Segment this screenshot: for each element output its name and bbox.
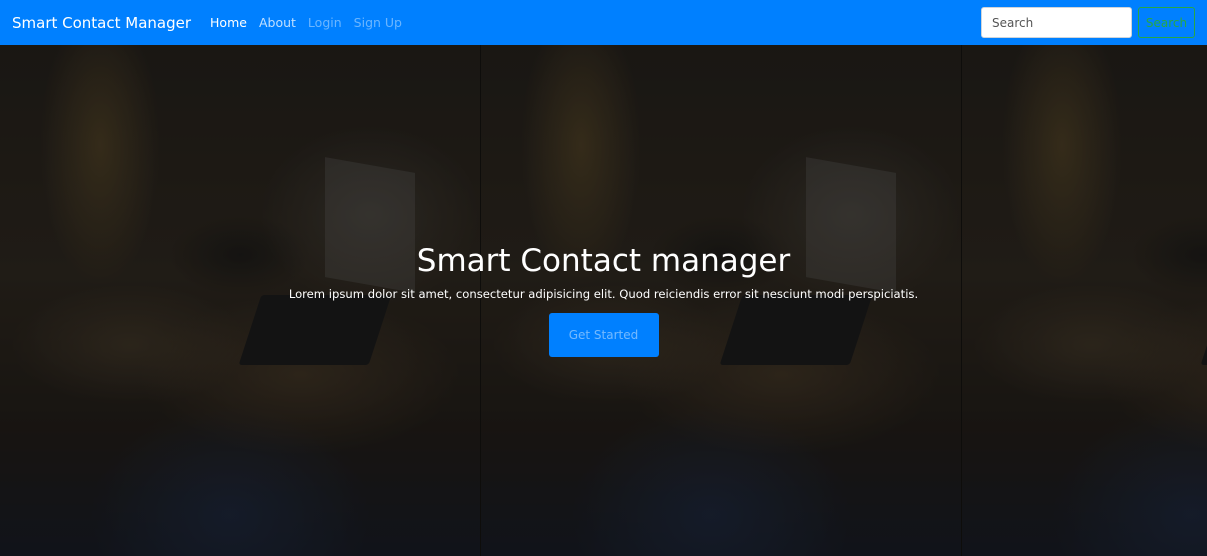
brand-link[interactable]: Smart Contact Manager xyxy=(12,14,191,32)
nav-link-login[interactable]: Login xyxy=(308,15,342,30)
hero-content: Smart Contact manager Lorem ipsum dolor … xyxy=(0,45,1207,556)
search-button[interactable]: Search xyxy=(1138,7,1195,38)
nav-link-home[interactable]: Home xyxy=(210,15,247,30)
top-navbar: Smart Contact Manager Home About Login S… xyxy=(0,0,1207,45)
nav-link-about[interactable]: About xyxy=(259,15,296,30)
hero-section: Smart Contact manager Lorem ipsum dolor … xyxy=(0,45,1207,556)
get-started-button[interactable]: Get Started xyxy=(548,313,659,357)
nav-link-signup[interactable]: Sign Up xyxy=(354,15,402,30)
hero-description: Lorem ipsum dolor sit amet, consectetur … xyxy=(288,287,919,301)
hero-title: Smart Contact manager xyxy=(416,243,791,279)
search-input[interactable] xyxy=(981,7,1132,38)
